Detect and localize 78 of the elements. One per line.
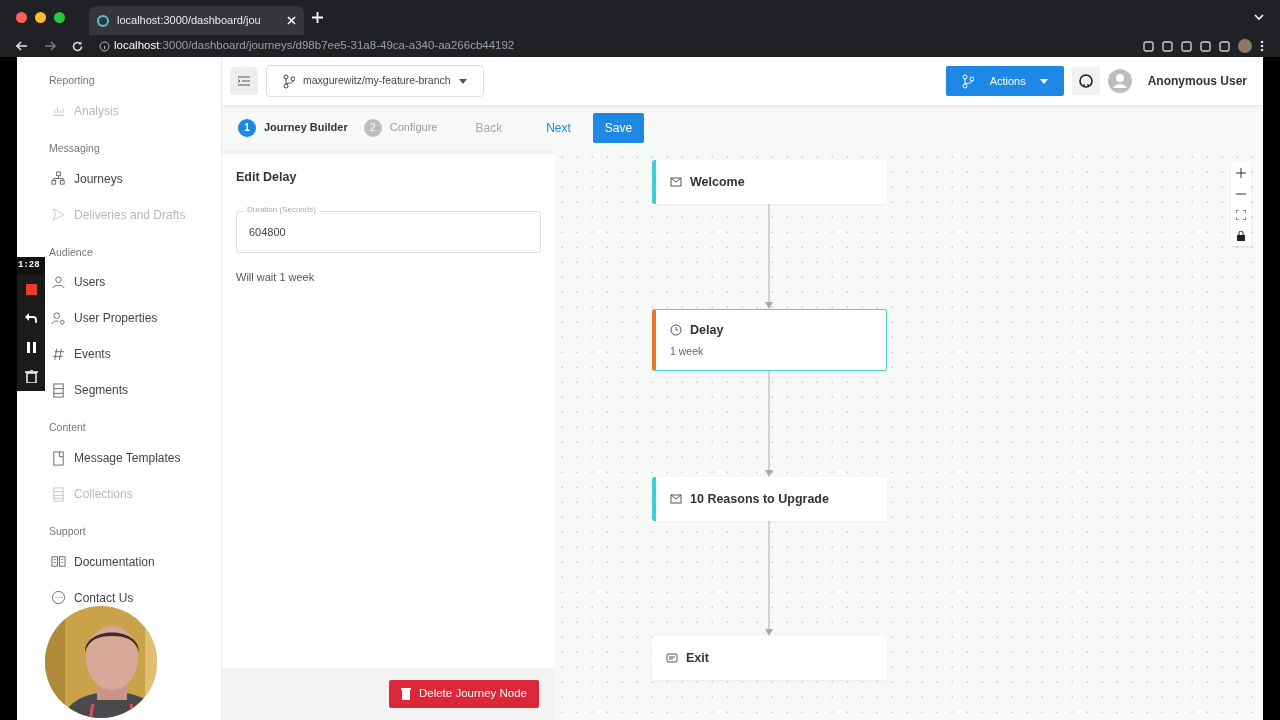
journey-node[interactable]: Delay 1 week xyxy=(652,309,887,371)
mail-icon xyxy=(670,493,682,505)
forward-arrow-icon[interactable] xyxy=(44,41,56,51)
caret-icon xyxy=(458,78,467,84)
sidebar-item[interactable]: Documentation xyxy=(49,543,221,580)
node-title: Delay xyxy=(690,321,724,339)
help-text: Will wait 1 week xyxy=(236,270,316,286)
hash-icon xyxy=(51,346,66,362)
avatar-icon xyxy=(1107,69,1132,93)
journey-node[interactable]: Exit xyxy=(652,636,887,680)
timer: 1:28 xyxy=(17,257,45,275)
list-icon xyxy=(51,486,66,502)
browser-tab[interactable]: localhost:3000/dashboard/jou xyxy=(89,6,304,35)
pause-icon[interactable] xyxy=(24,340,38,354)
user-icon xyxy=(51,274,66,290)
sidebar-item[interactable]: Events xyxy=(49,336,221,373)
journey-node[interactable]: 10 Reasons to Upgrade xyxy=(652,477,887,521)
clock-icon xyxy=(670,324,682,337)
node-title: Welcome xyxy=(690,173,745,191)
lock-icon[interactable] xyxy=(1236,230,1246,241)
info-icon xyxy=(99,40,110,52)
more-icon[interactable] xyxy=(1260,40,1264,52)
hierarchy-icon xyxy=(51,171,66,186)
stop-icon[interactable] xyxy=(24,282,38,296)
chat-icon xyxy=(51,590,66,606)
delete-button[interactable]: Delete Journey Node xyxy=(388,680,539,708)
sidebar-item[interactable]: Message Templates xyxy=(49,440,221,476)
mail-icon xyxy=(670,176,682,188)
node-subtitle: 1 week xyxy=(670,343,705,359)
chevron-down-icon[interactable] xyxy=(1254,14,1264,21)
branch-icon xyxy=(961,73,974,89)
section-heading: Support xyxy=(49,524,87,539)
reload-icon[interactable] xyxy=(72,40,83,52)
field-label: Duration (Seconds) xyxy=(244,205,319,214)
exit-icon xyxy=(666,652,678,664)
menu-icon xyxy=(238,76,250,86)
actions-button[interactable]: Actions xyxy=(945,66,1064,96)
step[interactable]: 1 Journey Builder xyxy=(238,118,348,137)
new-tab-icon[interactable] xyxy=(312,12,323,23)
panel-title: Edit Delay xyxy=(236,169,298,186)
window-control-icon[interactable] xyxy=(16,12,27,23)
sidebar-item[interactable]: Contact Us xyxy=(49,579,221,616)
sidebar-item[interactable]: Journeys xyxy=(49,160,221,197)
book-icon xyxy=(51,554,66,570)
sidebar-item[interactable]: Segments xyxy=(49,372,221,409)
section-heading: Reporting xyxy=(49,73,96,88)
document-icon xyxy=(51,450,66,466)
section-heading: Audience xyxy=(49,244,94,260)
section-heading: Content xyxy=(49,420,87,436)
site-icon xyxy=(97,14,109,27)
node-title: 10 Reasons to Upgrade xyxy=(690,490,829,508)
sidebar-item[interactable]: Users xyxy=(49,264,221,301)
window-control-icon[interactable] xyxy=(54,12,65,23)
trash-icon xyxy=(400,688,411,700)
avatar-icon[interactable] xyxy=(1238,39,1252,53)
journey-node[interactable]: Welcome xyxy=(652,160,887,204)
trash-icon[interactable] xyxy=(24,369,38,383)
node-title: Exit xyxy=(686,649,709,667)
save-button[interactable]: Save xyxy=(592,112,645,143)
next-button[interactable]: Next xyxy=(540,117,577,138)
close-icon[interactable] xyxy=(287,16,296,25)
send-icon xyxy=(51,207,66,222)
caret-icon xyxy=(1039,78,1048,84)
user-name: Anonymous User xyxy=(1147,73,1247,90)
address-bar[interactable]: localhost:3000/dashboard/journeys/d98b7ee5-31a8-49ca-a340-aa266cb44192 xyxy=(114,37,515,55)
back-arrow-icon[interactable] xyxy=(16,41,28,51)
undo-icon[interactable] xyxy=(24,311,38,325)
window-control-icon[interactable] xyxy=(35,12,46,23)
zoom-in-icon[interactable] xyxy=(1236,167,1246,178)
tab-title: localhost:3000/dashboard/jou xyxy=(117,13,262,29)
section-heading: Messaging xyxy=(49,140,101,156)
sidebar-item[interactable]: User Properties xyxy=(49,300,221,337)
branch-dropdown[interactable]: maxgurewitz/my-feature-branch xyxy=(266,65,484,97)
branch-icon xyxy=(283,73,295,89)
user-gear-icon xyxy=(51,310,66,326)
list-icon xyxy=(51,382,66,398)
github-button[interactable] xyxy=(1071,67,1100,95)
fullscreen-icon[interactable] xyxy=(1236,209,1246,220)
